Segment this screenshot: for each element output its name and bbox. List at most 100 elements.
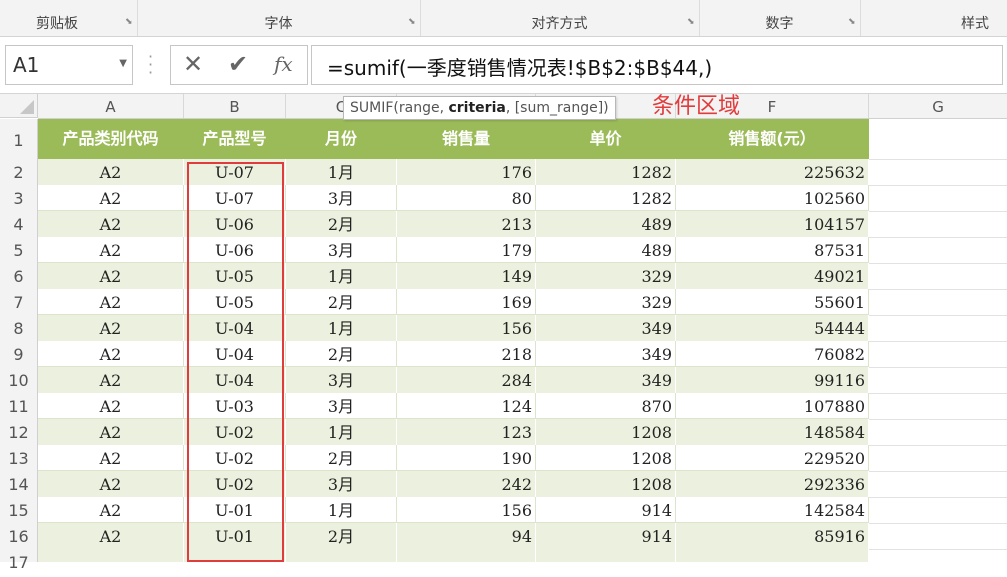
table-cell[interactable]: 3月	[286, 471, 397, 497]
table-cell[interactable]: 2月	[286, 523, 397, 549]
table-cell[interactable]: 3月	[286, 237, 397, 263]
table-cell[interactable]: 99116	[676, 367, 869, 393]
row-header[interactable]: 9	[0, 341, 37, 367]
more-options-icon[interactable]: · · ·	[148, 49, 153, 81]
select-all-corner[interactable]	[0, 94, 38, 118]
table-cell[interactable]: 2月	[286, 211, 397, 237]
column-header-g[interactable]: G	[869, 94, 1007, 118]
column-header-b[interactable]: B	[184, 94, 286, 118]
table-cell[interactable]	[536, 549, 676, 562]
table-cell[interactable]	[286, 549, 397, 562]
table-cell[interactable]: 1208	[536, 471, 676, 497]
table-cell[interactable]: 1月	[286, 419, 397, 445]
table-cell[interactable]: 1208	[536, 419, 676, 445]
table-cell[interactable]: 124	[397, 393, 536, 419]
table-cell[interactable]: 218	[397, 341, 536, 367]
table-cell[interactable]	[676, 549, 869, 562]
table-cell[interactable]: 94	[397, 523, 536, 549]
table-cell[interactable]: 1月	[286, 263, 397, 289]
table-cell[interactable]: 76082	[676, 341, 869, 367]
table-cell[interactable]	[38, 549, 184, 562]
header-cell[interactable]: 产品类别代码	[38, 119, 184, 159]
table-cell[interactable]	[397, 549, 536, 562]
table-cell[interactable]: 242	[397, 471, 536, 497]
table-cell[interactable]: 176	[397, 159, 536, 185]
dialog-launcher-icon[interactable]: ⬊	[125, 18, 133, 27]
table-cell[interactable]: 142584	[676, 497, 869, 523]
row-header[interactable]: 8	[0, 315, 37, 341]
table-cell[interactable]: A2	[38, 185, 184, 211]
header-cell[interactable]: 销售额(元）	[676, 119, 869, 159]
header-cell[interactable]: 月份	[286, 119, 397, 159]
table-cell[interactable]: 225632	[676, 159, 869, 185]
table-cell[interactable]: 80	[397, 185, 536, 211]
worksheet-grid[interactable]: 产品类别代码 产品型号 月份 销售量 单价 销售额(元） A2 U-07 1月 176…	[38, 119, 1007, 562]
table-cell[interactable]: 2月	[286, 289, 397, 315]
table-cell[interactable]: 329	[536, 263, 676, 289]
table-cell[interactable]: 284	[397, 367, 536, 393]
row-header[interactable]: 6	[0, 263, 37, 289]
table-cell[interactable]: A2	[38, 211, 184, 237]
table-cell[interactable]: 179	[397, 237, 536, 263]
header-cell[interactable]: 销售量	[397, 119, 536, 159]
header-cell[interactable]: 单价	[536, 119, 676, 159]
table-cell[interactable]: 169	[397, 289, 536, 315]
table-cell[interactable]: 3月	[286, 393, 397, 419]
table-cell[interactable]: 1208	[536, 445, 676, 471]
table-cell[interactable]: 3月	[286, 185, 397, 211]
confirm-check-icon[interactable]: ✔	[228, 50, 248, 78]
table-cell[interactable]: 329	[536, 289, 676, 315]
table-cell[interactable]: 156	[397, 315, 536, 341]
column-header-a[interactable]: A	[38, 94, 184, 118]
dialog-launcher-icon[interactable]: ⬊	[408, 18, 416, 27]
function-tooltip[interactable]: SUMIF(range, criteria, [sum_range])	[343, 96, 616, 120]
row-header[interactable]: 3	[0, 185, 37, 211]
table-cell[interactable]: 870	[536, 393, 676, 419]
table-cell[interactable]: 54444	[676, 315, 869, 341]
table-cell[interactable]: 914	[536, 497, 676, 523]
table-cell[interactable]: A2	[38, 471, 184, 497]
table-cell[interactable]: A2	[38, 497, 184, 523]
table-cell[interactable]: A2	[38, 159, 184, 185]
header-cell[interactable]: 产品型号	[184, 119, 286, 159]
cancel-icon[interactable]: ✕	[183, 50, 203, 78]
formula-input[interactable]: =sumif(一季度销售情况表!$B$2:$B$44,)	[311, 45, 1003, 85]
row-header[interactable]: 16	[0, 523, 37, 549]
table-cell[interactable]: A2	[38, 341, 184, 367]
table-cell[interactable]: A2	[38, 237, 184, 263]
row-header[interactable]: 10	[0, 367, 37, 393]
row-header[interactable]: 13	[0, 445, 37, 471]
table-cell[interactable]: 1月	[286, 315, 397, 341]
table-cell[interactable]: 123	[397, 419, 536, 445]
table-cell[interactable]: 85916	[676, 523, 869, 549]
dialog-launcher-icon[interactable]: ⬊	[848, 18, 856, 27]
table-cell[interactable]: 107880	[676, 393, 869, 419]
table-cell[interactable]: A2	[38, 419, 184, 445]
row-header[interactable]: 2	[0, 159, 37, 185]
table-cell[interactable]: 914	[536, 523, 676, 549]
table-cell[interactable]: 49021	[676, 263, 869, 289]
table-cell[interactable]: 349	[536, 367, 676, 393]
table-cell[interactable]: A2	[38, 523, 184, 549]
row-header[interactable]: 14	[0, 471, 37, 497]
chevron-down-icon[interactable]: ▼	[119, 58, 127, 69]
table-cell[interactable]: A2	[38, 367, 184, 393]
table-cell[interactable]: 3月	[286, 367, 397, 393]
table-cell[interactable]: 349	[536, 315, 676, 341]
insert-function-icon[interactable]: fx	[274, 52, 293, 76]
table-cell[interactable]: 87531	[676, 237, 869, 263]
row-header[interactable]: 15	[0, 497, 37, 523]
table-cell[interactable]: 489	[536, 237, 676, 263]
table-cell[interactable]: 148584	[676, 419, 869, 445]
table-cell[interactable]: 104157	[676, 211, 869, 237]
dialog-launcher-icon[interactable]: ⬊	[687, 18, 695, 27]
name-box[interactable]: A1 ▼	[5, 45, 133, 85]
row-header[interactable]: 11	[0, 393, 37, 419]
table-cell[interactable]: 489	[536, 211, 676, 237]
table-cell[interactable]: 1282	[536, 159, 676, 185]
table-cell[interactable]: 149	[397, 263, 536, 289]
table-cell[interactable]: 55601	[676, 289, 869, 315]
row-header[interactable]: 5	[0, 237, 37, 263]
row-header[interactable]: 4	[0, 211, 37, 237]
row-header[interactable]: 1	[0, 119, 37, 159]
